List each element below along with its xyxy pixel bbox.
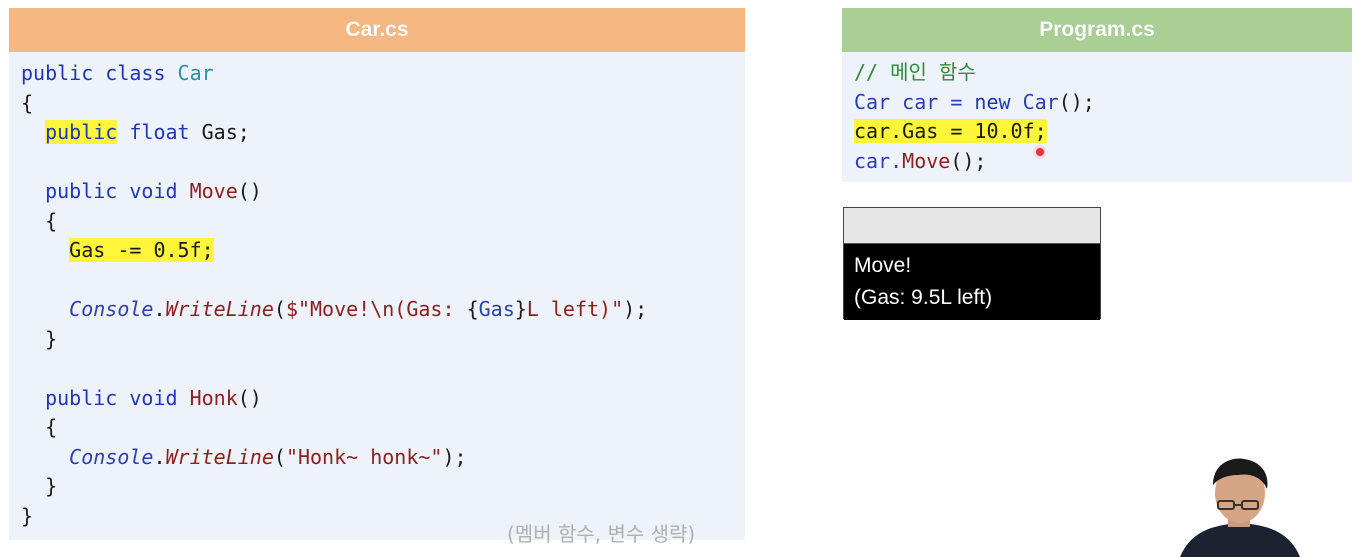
program-cs-code-line: Car car = new Car();	[854, 88, 1095, 118]
code-token: public class	[21, 61, 178, 85]
code-token: }	[21, 503, 34, 528]
code-token: ();	[950, 148, 987, 173]
car-cs-code-line: }	[21, 472, 647, 502]
program-cs-code-panel: // 메인 함수 Car car = new Car(); car.Gas = 10…	[842, 52, 1352, 182]
code-token: Car	[854, 89, 891, 114]
code-token: public void	[21, 385, 190, 410]
code-token: Car	[1022, 89, 1059, 114]
car-cs-title: Car.cs	[345, 18, 409, 41]
code-token: Gas	[478, 297, 515, 321]
code-token: Move	[902, 148, 951, 173]
presenter-webcam	[1180, 458, 1300, 557]
console-line-2: (Gas: 9.5L left)	[854, 286, 993, 309]
code-token: {	[466, 297, 479, 321]
omitted-members-note: (멤버 함수, 변수 생략)	[507, 522, 696, 546]
program-cs-code-line: car.Gas = 10.0f;	[854, 117, 1095, 147]
code-token: float	[117, 120, 202, 144]
code-token: public void	[21, 179, 190, 203]
car-cs-code-line	[21, 266, 647, 296]
car-cs-code-panel: public class Car{ public float Gas; publ…	[9, 52, 745, 546]
car-cs-code-line: public void Move()	[21, 177, 647, 207]
code-token: }	[21, 326, 58, 351]
code-token: new	[974, 89, 1023, 114]
code-token: {	[21, 90, 34, 115]
program-cs-code-line: car.Move();	[854, 147, 1095, 177]
car-cs-code-line: {	[21, 89, 647, 119]
car-cs-code-line: Console.WriteLine($"Move!\n(Gas: {Gas}L …	[21, 295, 647, 325]
code-token: WriteLine	[165, 297, 274, 321]
car-cs-code-line: public void Honk()	[21, 384, 647, 414]
car-cs-code-line	[21, 148, 647, 178]
program-cs-code-line: // 메인 함수	[854, 58, 1095, 88]
code-token: Move	[189, 179, 238, 203]
program-cs-code: // 메인 함수 Car car = new Car(); car.Gas = 10…	[854, 58, 1095, 176]
code-token: car.	[854, 148, 903, 173]
car-cs-code-line	[21, 354, 647, 384]
code-token: Gas;	[201, 120, 250, 144]
console-title-bar	[844, 208, 1100, 244]
code-token: "Honk~ honk~"	[285, 444, 443, 469]
code-token: ();	[1058, 89, 1095, 114]
code-token: Honk	[189, 385, 238, 410]
car-cs-code-line: public float Gas;	[21, 118, 647, 148]
code-token: );	[623, 297, 648, 321]
car-cs-code-line: {	[21, 413, 647, 443]
console-window: Move! (Gas: 9.5L left)	[843, 207, 1101, 320]
code-token: Gas -= 0.5f;	[69, 238, 214, 262]
car-cs-code-line: {	[21, 207, 647, 237]
code-token: }	[21, 474, 58, 498]
code-token: L left)"	[526, 297, 624, 321]
code-token: }	[514, 297, 527, 321]
console-output: Move! (Gas: 9.5L left)	[844, 244, 1100, 320]
code-token: );	[442, 444, 467, 469]
code-token: (	[273, 297, 286, 321]
code-token: car =	[890, 89, 975, 114]
program-cs-header: Program.cs	[842, 8, 1352, 52]
code-token: $"Move!\n(Gas:	[285, 297, 467, 321]
code-token: public	[45, 120, 118, 144]
car-cs-code-line: Console.WriteLine("Honk~ honk~");	[21, 443, 647, 473]
car-cs-code-line: }	[21, 325, 647, 355]
car-cs-code-line: Gas -= 0.5f;	[21, 236, 647, 266]
code-token: .	[153, 297, 166, 321]
code-token: WriteLine	[165, 444, 274, 469]
code-token: (	[273, 444, 286, 469]
code-token: .	[153, 444, 166, 469]
code-token: Console	[69, 297, 154, 321]
code-token: ()	[237, 385, 262, 410]
code-token: Console	[69, 444, 154, 469]
car-cs-header: Car.cs	[9, 8, 745, 52]
code-token: // 메인 함수	[854, 60, 976, 84]
code-token: Car	[177, 61, 214, 85]
code-token: car.Gas = 10.0f;	[854, 119, 1047, 143]
code-token: {	[21, 415, 58, 439]
car-cs-code: public class Car{ public float Gas; publ…	[21, 59, 647, 531]
car-cs-code-line: public class Car	[21, 59, 647, 89]
code-token: {	[21, 208, 58, 233]
console-line-1: Move!	[854, 254, 912, 277]
code-token: ()	[237, 179, 262, 203]
pointer-dot	[1036, 148, 1044, 156]
program-cs-title: Program.cs	[1039, 18, 1155, 41]
